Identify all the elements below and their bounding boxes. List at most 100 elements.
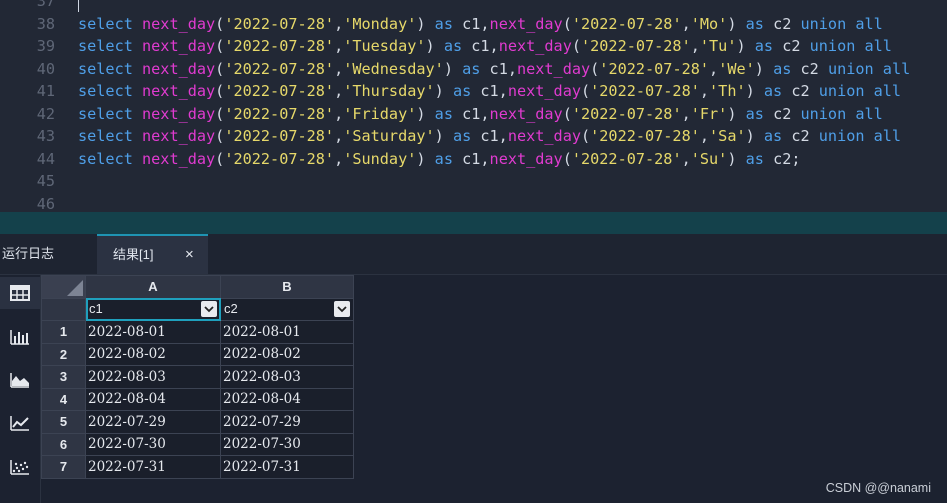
table-cell-c2[interactable]: 2022-07-30 [220, 432, 354, 456]
filter-dropdown-c2[interactable] [334, 300, 350, 317]
code-line[interactable]: 46 [0, 193, 947, 213]
code-token-plain: ) [443, 59, 463, 78]
close-icon[interactable]: × [185, 236, 194, 274]
tab-result-1[interactable]: 结果[1] × [97, 234, 208, 274]
code-token-str: 'We' [718, 59, 755, 78]
code-token-plain: ) [727, 104, 746, 123]
table-cell-c1[interactable]: 2022-08-02 [85, 342, 221, 366]
code-token-plain: ( [215, 14, 225, 33]
code-token-str: 'Thursday' [343, 82, 435, 100]
code-token-plain: ) [416, 104, 435, 123]
table-cell-c2[interactable]: 2022-08-02 [220, 342, 354, 366]
code-token-plain: ) [416, 149, 435, 168]
table-cell-c1[interactable]: 2022-08-01 [85, 320, 221, 344]
column-header-a[interactable]: A [85, 275, 221, 299]
row-number[interactable]: 6 [41, 432, 86, 456]
table-row[interactable]: 7 2022-07-31 2022-07-31 [41, 455, 354, 479]
sql-editor[interactable]: 37 38 select next_day('2022-07-28','Monday… [0, 0, 947, 212]
line-number: 37 [36, 0, 55, 10]
code-text: select next_day('2022-07-28','Wednesday'… [78, 58, 910, 81]
code-token-str: 'Saturday' [343, 127, 435, 145]
code-token-str: 'Tu' [699, 37, 737, 55]
row-number[interactable]: 5 [41, 410, 86, 434]
code-line[interactable]: 39 select next_day('2022-07-28','Tuesday'… [0, 35, 947, 58]
table-cell-c2[interactable]: 2022-07-29 [220, 410, 354, 434]
code-token-kw: select [78, 104, 143, 123]
code-line[interactable]: 44 select next_day('2022-07-28','Sunday')… [0, 148, 947, 171]
table-row[interactable]: 5 2022-07-29 2022-07-29 [41, 410, 354, 434]
view-mode-toolbar [0, 275, 41, 503]
code-line[interactable]: 43 select next_day('2022-07-28','Saturday… [0, 125, 947, 148]
text-cursor [78, 0, 79, 12]
code-token-str: '2022-07-28' [599, 59, 710, 78]
panel-splitter[interactable] [0, 212, 947, 234]
code-token-kw: as [745, 14, 764, 33]
watermark: CSDN @@nanami [825, 481, 931, 495]
line-chart-button[interactable] [0, 407, 40, 439]
table-row[interactable]: 4 2022-08-04 2022-08-04 [41, 387, 354, 411]
table-cell-c1[interactable]: 2022-08-03 [85, 365, 221, 389]
code-token-str: 'Su' [690, 149, 728, 168]
table-cell-c1[interactable]: 2022-07-31 [85, 455, 221, 479]
code-token-plain: ) [745, 127, 764, 145]
code-token-plain: ) [425, 37, 444, 55]
table-row[interactable]: 3 2022-08-03 2022-08-03 [41, 365, 354, 389]
table-row[interactable]: 1 2022-08-01 2022-08-01 [41, 320, 354, 344]
code-token-kw: as [773, 59, 792, 78]
select-all-corner[interactable] [41, 275, 86, 299]
line-number: 38 [36, 14, 55, 33]
code-token-plain: , [334, 14, 344, 33]
code-token-plain: ( [562, 14, 572, 33]
table-cell-c1[interactable]: 2022-08-04 [85, 387, 221, 411]
filter-dropdown-c1[interactable] [201, 300, 217, 317]
code-token-plain: ( [590, 59, 600, 78]
code-line[interactable]: 42 select next_day('2022-07-28','Friday')… [0, 103, 947, 126]
code-token-kw: union all [818, 127, 902, 145]
row-number[interactable]: 7 [41, 455, 86, 479]
column-name-c2: c2 [224, 300, 238, 316]
code-text: select next_day('2022-07-28','Thursday')… [78, 80, 901, 103]
area-chart-icon [10, 373, 29, 388]
code-line[interactable]: 38 select next_day('2022-07-28','Monday')… [0, 13, 947, 36]
code-line[interactable]: 37 [0, 0, 947, 13]
code-token-fn: next_day [489, 149, 563, 168]
code-line[interactable]: 45 [0, 170, 947, 193]
row-number[interactable]: 3 [41, 365, 86, 389]
table-cell-c2[interactable]: 2022-08-01 [220, 320, 354, 344]
row-number[interactable]: 1 [41, 320, 86, 344]
code-token-plain: c2 [773, 37, 810, 55]
code-token-kw: as [434, 14, 453, 33]
table-cell-c2[interactable]: 2022-07-31 [220, 455, 354, 479]
code-token-str: '2022-07-28' [224, 14, 335, 33]
code-token-plain: c1, [471, 127, 508, 145]
code-token-kw: union all [800, 14, 883, 33]
code-token-plain: ) [727, 149, 746, 168]
bar-chart-button[interactable] [0, 321, 40, 353]
column-header-b[interactable]: B [220, 275, 354, 299]
table-row[interactable]: 6 2022-07-30 2022-07-30 [41, 432, 354, 456]
code-token-str: '2022-07-28' [224, 37, 335, 55]
code-token-str: '2022-07-28' [224, 59, 335, 78]
area-chart-button[interactable] [0, 364, 40, 396]
row-number[interactable]: 2 [41, 342, 86, 366]
code-token-plain: ( [215, 104, 225, 123]
table-cell-c1[interactable]: 2022-07-29 [85, 410, 221, 434]
column-filter-c1[interactable]: c1 [85, 297, 221, 321]
line-number: 42 [36, 104, 55, 123]
table-row[interactable]: 2 2022-08-02 2022-08-02 [41, 342, 354, 366]
table-cell-c2[interactable]: 2022-08-03 [220, 365, 354, 389]
table-cell-c1[interactable]: 2022-07-30 [85, 432, 221, 456]
code-token-kw: as [462, 59, 481, 78]
code-token-plain: , [690, 37, 700, 55]
code-token-plain: ( [215, 149, 225, 168]
table-cell-c2[interactable]: 2022-08-04 [220, 387, 354, 411]
table-view-button[interactable] [0, 277, 40, 309]
code-token-plain: ) [736, 37, 755, 55]
code-line[interactable]: 40 select next_day('2022-07-28','Wednesda… [0, 58, 947, 81]
tab-run-log[interactable]: 运行日志 [2, 234, 90, 274]
row-number[interactable]: 4 [41, 387, 86, 411]
code-line[interactable]: 41 select next_day('2022-07-28','Thursday… [0, 80, 947, 103]
column-filter-c2[interactable]: c2 [220, 297, 354, 321]
code-token-str: '2022-07-28' [224, 127, 335, 145]
scatter-chart-button[interactable] [0, 451, 40, 483]
